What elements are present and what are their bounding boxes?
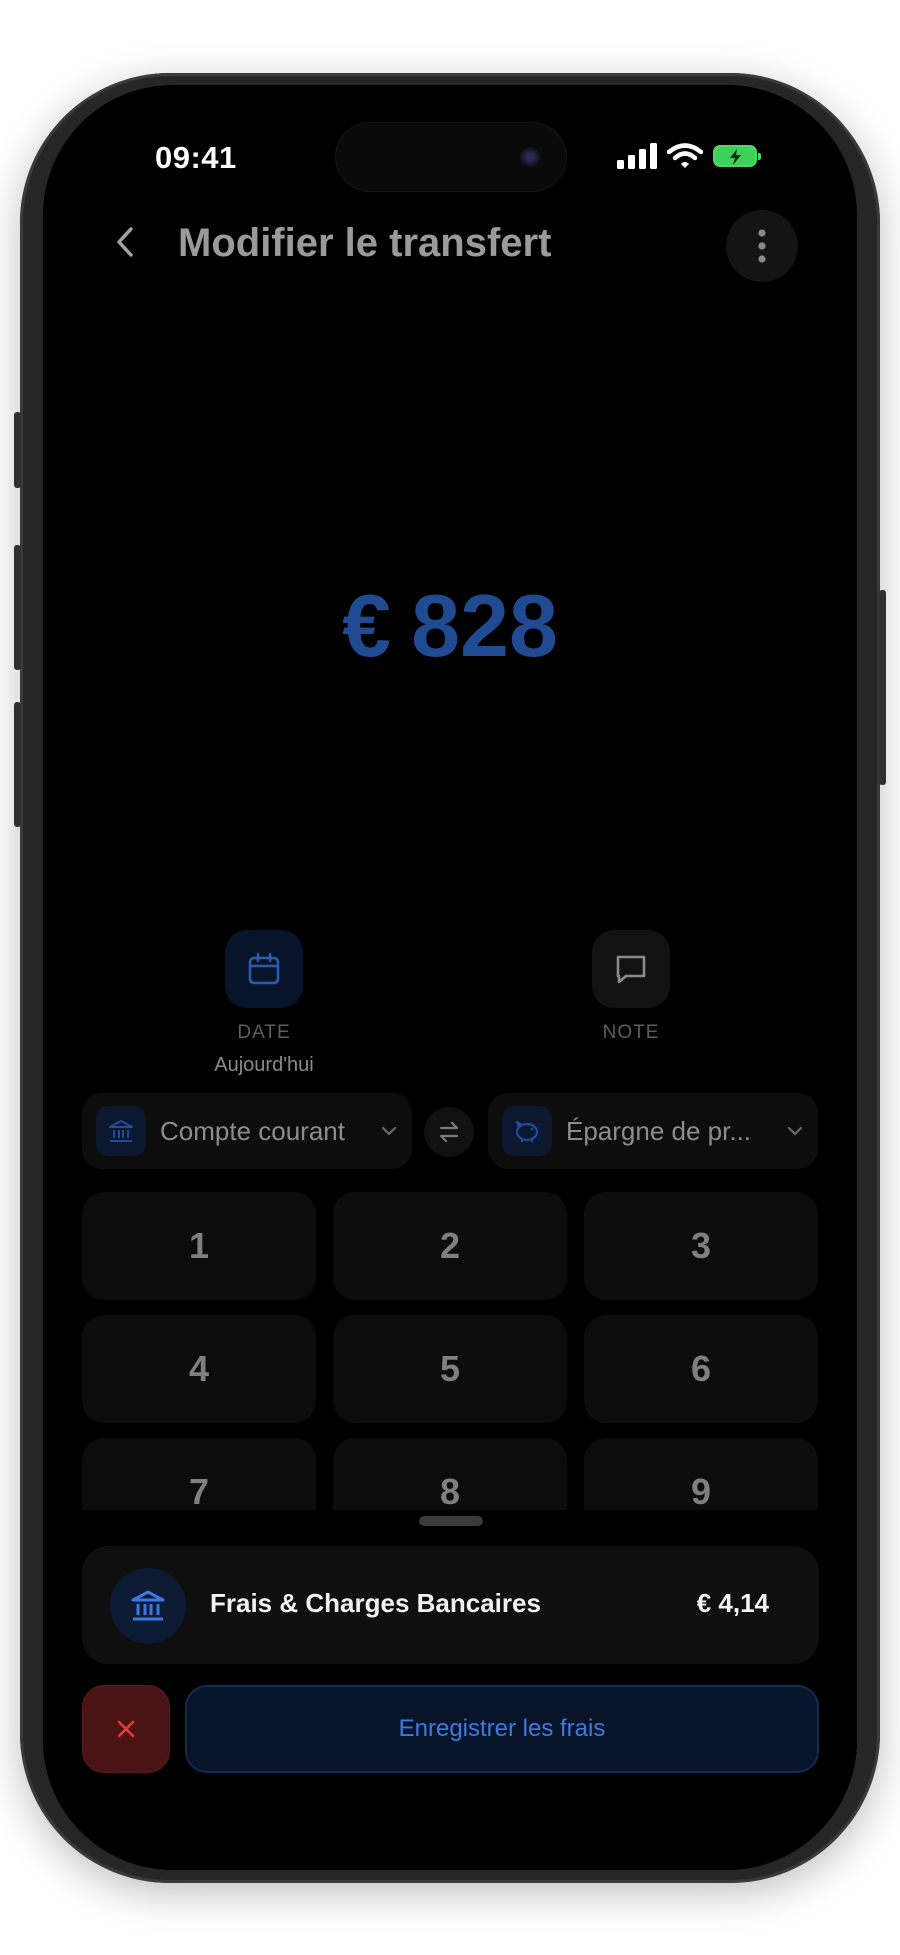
- sheet-drag-handle[interactable]: [419, 1516, 483, 1526]
- calendar-icon: [248, 952, 280, 985]
- status-icons: [617, 143, 761, 169]
- to-account-name: Épargne de pr...: [566, 1115, 752, 1146]
- date-action[interactable]: DATE Aujourd'hui: [174, 930, 354, 1077]
- fee-amount: € 4,14: [696, 1588, 769, 1618]
- amount-display[interactable]: €828: [43, 575, 857, 677]
- back-button[interactable]: [103, 220, 147, 264]
- more-options-button[interactable]: [726, 210, 798, 282]
- chevron-down-icon: [381, 1126, 397, 1136]
- swap-accounts-button[interactable]: [424, 1107, 474, 1157]
- power-button: [879, 590, 886, 785]
- from-account-name: Compte courant: [160, 1115, 345, 1146]
- amount-value: 828: [411, 576, 558, 675]
- note-icon-button[interactable]: [592, 930, 670, 1008]
- keypad-key-5[interactable]: 5: [333, 1315, 567, 1423]
- fee-category-row[interactable]: Frais & Charges Bancaires € 4,14: [82, 1546, 819, 1664]
- keypad-key-1[interactable]: 1: [82, 1192, 316, 1300]
- volume-down-button: [14, 702, 21, 827]
- camera-icon: [520, 147, 540, 167]
- from-account-select[interactable]: Compte courant: [82, 1093, 412, 1169]
- action-button: [14, 412, 21, 488]
- more-vertical-icon: [758, 229, 766, 263]
- fee-category-name: Frais & Charges Bancaires: [210, 1588, 541, 1618]
- note-label: NOTE: [602, 1022, 660, 1043]
- signal-icon: [617, 143, 657, 169]
- date-value: Aujourd'hui: [214, 1054, 314, 1076]
- chevron-left-icon: [117, 227, 133, 257]
- message-square-icon: [616, 955, 646, 984]
- to-account-select[interactable]: Épargne de pr...: [488, 1093, 818, 1169]
- keypad-key-6[interactable]: 6: [584, 1315, 818, 1423]
- swap-icon: [439, 1121, 459, 1143]
- piggy-bank-icon: [502, 1106, 552, 1156]
- screen: 09:41 Modifier le transfert € 828 DATE A…: [43, 85, 857, 1870]
- bank-icon: [110, 1568, 186, 1644]
- chevron-down-icon: [787, 1126, 803, 1136]
- volume-up-button: [14, 545, 21, 670]
- keypad-key-2[interactable]: 2: [333, 1192, 567, 1300]
- date-label: DATE: [237, 1022, 291, 1043]
- keypad-key-3[interactable]: 3: [584, 1192, 818, 1300]
- wifi-icon: [667, 143, 703, 168]
- currency-symbol: €: [342, 576, 392, 675]
- close-icon: [117, 1720, 135, 1738]
- page-title: Modifier le transfert: [178, 221, 552, 265]
- keypad-key-4[interactable]: 4: [82, 1315, 316, 1423]
- cancel-button[interactable]: [82, 1685, 170, 1773]
- fee-bottom-sheet: Frais & Charges Bancaires € 4,14 Enregis…: [43, 1510, 857, 1870]
- dynamic-island: [336, 123, 566, 191]
- battery-icon: [713, 145, 761, 167]
- note-action[interactable]: NOTE: [541, 930, 721, 1044]
- save-fees-button[interactable]: Enregistrer les frais: [185, 1685, 819, 1773]
- bank-icon: [96, 1106, 146, 1156]
- status-time: 09:41: [155, 140, 237, 175]
- date-icon-button[interactable]: [225, 930, 303, 1008]
